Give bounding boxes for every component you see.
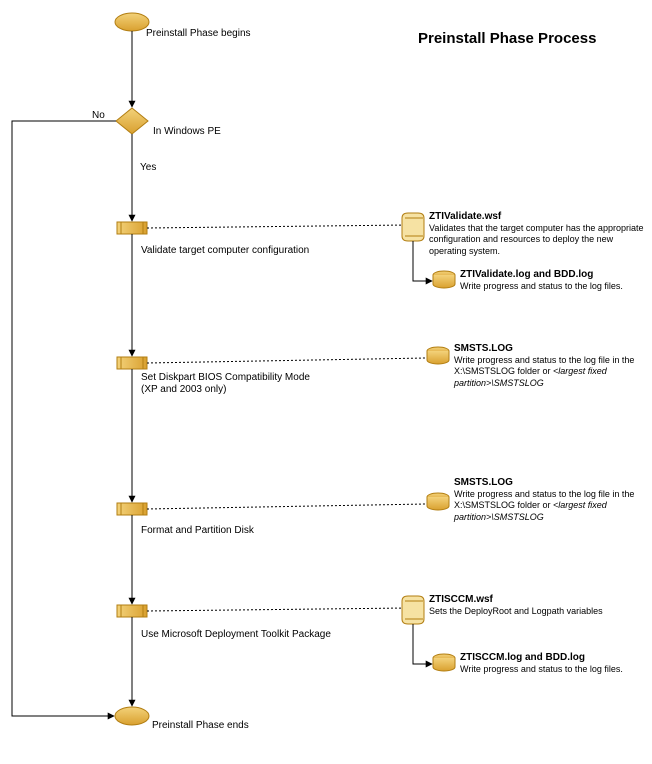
step2-sub: (XP and 2003 only) <box>141 384 226 395</box>
edge-yes-label: Yes <box>140 162 156 173</box>
scroll-icon-a1 <box>402 213 424 241</box>
start-terminator <box>115 13 149 31</box>
step2-label: Set Diskpart BIOS Compatibility Mode <box>141 372 310 383</box>
start-label: Preinstall Phase begins <box>146 28 251 39</box>
a1-body: Validates that the target computer has t… <box>429 223 649 257</box>
page-title: Preinstall Phase Process <box>418 30 596 47</box>
step1-annot-link <box>147 225 407 228</box>
edge-no <box>12 121 116 716</box>
a2-body-a: Write progress and status to the log fil… <box>454 355 634 376</box>
db-icon-a4b <box>433 654 455 671</box>
a1b-head: ZTIValidate.log and BDD.log <box>460 269 593 280</box>
db-icon-a3 <box>427 493 449 510</box>
db-icon-a2 <box>427 347 449 364</box>
step1-label: Validate target computer configuration <box>141 245 309 256</box>
step1-shape <box>117 222 147 234</box>
db-icon-a1b <box>433 271 455 288</box>
flowchart-canvas: Preinstall Phase Process Preinstall Phas… <box>0 0 652 764</box>
a1b-body: Write progress and status to the log fil… <box>460 281 623 292</box>
step4-annot-link <box>147 608 407 611</box>
step4-label: Use Microsoft Deployment Toolkit Package <box>141 629 331 640</box>
a4-head: ZTISCCM.wsf <box>429 594 493 605</box>
a3-head: SMSTS.LOG <box>454 477 513 488</box>
end-label: Preinstall Phase ends <box>152 720 249 731</box>
a4b-body: Write progress and status to the log fil… <box>460 664 623 675</box>
a4-to-a4b <box>413 624 432 664</box>
scroll-icon-a4 <box>402 596 424 624</box>
a1-head: ZTIValidate.wsf <box>429 211 501 222</box>
edge-no-label: No <box>92 110 105 121</box>
end-terminator <box>115 707 149 725</box>
step2-shape <box>117 357 147 369</box>
a4b-head: ZTISCCM.log and BDD.log <box>460 652 585 663</box>
a3-body: Write progress and status to the log fil… <box>454 489 649 523</box>
step3-annot-link <box>147 504 426 509</box>
decision-diamond <box>116 108 148 134</box>
step3-label: Format and Partition Disk <box>141 525 254 536</box>
a3-body-a: Write progress and status to the log fil… <box>454 489 634 510</box>
step4-shape <box>117 605 147 617</box>
step3-shape <box>117 503 147 515</box>
a4-body: Sets the DeployRoot and Logpath variable… <box>429 606 603 617</box>
a2-body: Write progress and status to the log fil… <box>454 355 649 389</box>
decision-label: In Windows PE <box>153 126 221 137</box>
a2-head: SMSTS.LOG <box>454 343 513 354</box>
step2-annot-link <box>147 358 426 363</box>
